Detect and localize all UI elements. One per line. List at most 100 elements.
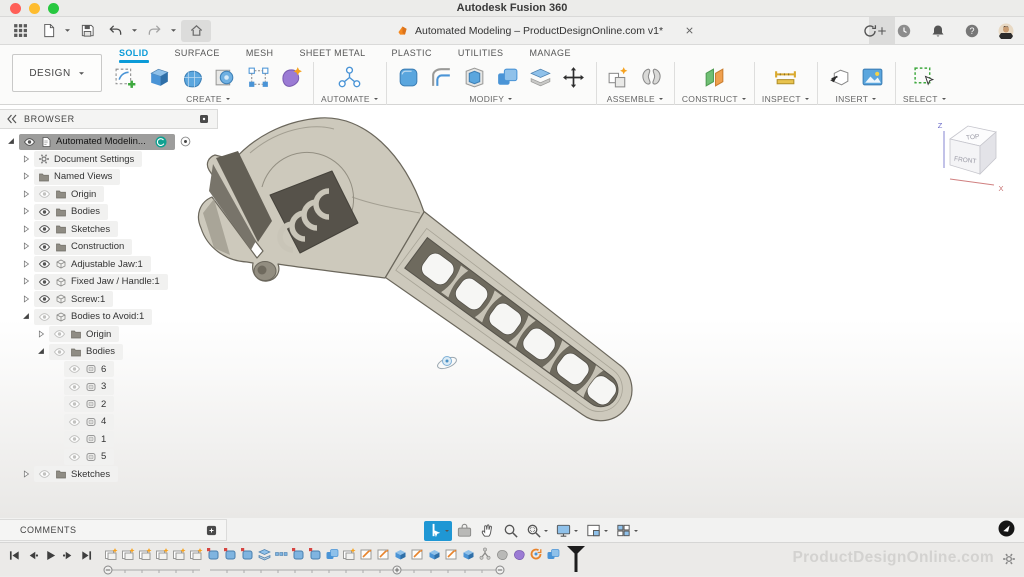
tree-item-origin[interactable]: Origin: [0, 326, 218, 344]
layout-grid-button[interactable]: [583, 521, 611, 541]
timeline-feature-sketch[interactable]: [376, 547, 390, 561]
construction-plane-button[interactable]: [699, 62, 729, 92]
measure-button[interactable]: [771, 62, 801, 92]
tree-item-adjustable-jaw-1[interactable]: Adjustable Jaw:1: [0, 256, 218, 274]
step-forward-button[interactable]: [62, 549, 75, 562]
collapsed-expander-icon[interactable]: [21, 469, 32, 480]
tree-item-construction[interactable]: Construction: [0, 238, 218, 256]
select-window-button[interactable]: [910, 62, 940, 92]
timeline-feature-component[interactable]: [189, 547, 203, 561]
generative-design-button[interactable]: [335, 62, 365, 92]
undo-button[interactable]: [103, 20, 127, 42]
press-pull-button[interactable]: [394, 62, 424, 92]
canvas-button[interactable]: [858, 62, 888, 92]
tree-item-bodies[interactable]: Bodies: [0, 343, 218, 361]
visibility-eye-icon[interactable]: [68, 452, 81, 462]
insert-mesh-button[interactable]: [825, 62, 855, 92]
clock-button[interactable]: [892, 20, 916, 42]
timeline-feature-sketch[interactable]: [359, 547, 373, 561]
timeline-feature-component[interactable]: [121, 547, 135, 561]
skip-end-button[interactable]: [80, 549, 93, 562]
timeline-feature-sketch[interactable]: [410, 547, 424, 561]
tree-item-named-views[interactable]: Named Views: [0, 168, 218, 186]
visibility-eye-icon[interactable]: [68, 399, 81, 409]
ribbon-group-label-assemble[interactable]: ASSEMBLE: [607, 94, 664, 104]
component-color-swatch-icon[interactable]: [155, 136, 167, 148]
tree-item-automated-modelin-[interactable]: Automated Modelin...: [0, 133, 218, 151]
activate-component-radio[interactable]: [180, 136, 191, 147]
tree-item-2[interactable]: 2: [0, 396, 218, 414]
browser-panel-header[interactable]: BROWSER: [0, 109, 218, 129]
timeline-feature-combine[interactable]: [325, 547, 339, 561]
new-component-button[interactable]: [604, 62, 634, 92]
visibility-eye-icon[interactable]: [38, 259, 51, 269]
viewports-button[interactable]: [613, 521, 641, 541]
maximize-window-button[interactable]: [48, 3, 59, 14]
collapsed-expander-icon[interactable]: [21, 259, 32, 270]
ribbon-group-label-create[interactable]: CREATE: [186, 94, 231, 104]
visibility-eye-icon[interactable]: [23, 137, 36, 147]
timeline-feature-extrude[interactable]: [461, 547, 475, 561]
automated-modeling-button[interactable]: [276, 62, 306, 92]
timeline-feature-body[interactable]: [206, 547, 220, 561]
minimize-window-button[interactable]: [29, 3, 40, 14]
fit-button[interactable]: [454, 521, 475, 541]
home-button[interactable]: [181, 20, 211, 42]
timeline-feature-combine[interactable]: [546, 547, 560, 561]
redo-button[interactable]: [142, 20, 166, 42]
visibility-eye-icon[interactable]: [53, 329, 66, 339]
pan-button[interactable]: [477, 521, 498, 541]
timeline-feature-extrude[interactable]: [427, 547, 441, 561]
shell-button[interactable]: [460, 62, 490, 92]
visibility-eye-icon[interactable]: [68, 417, 81, 427]
form-button[interactable]: [177, 62, 207, 92]
timeline-feature-body[interactable]: [308, 547, 322, 561]
ribbon-group-label-insert[interactable]: INSERT: [835, 94, 877, 104]
orbit-select-button[interactable]: [424, 521, 452, 541]
tree-item-5[interactable]: 5: [0, 448, 218, 466]
split-body-button[interactable]: [526, 62, 556, 92]
visibility-eye-icon[interactable]: [38, 294, 51, 304]
visibility-eye-icon[interactable]: [38, 242, 51, 252]
ribbon-group-label-inspect[interactable]: INSPECT: [762, 94, 810, 104]
visibility-eye-icon[interactable]: [38, 469, 51, 479]
timeline-settings-gear-icon[interactable]: [1002, 552, 1016, 566]
tree-item-document-settings[interactable]: Document Settings: [0, 151, 218, 169]
visibility-eye-icon[interactable]: [68, 364, 81, 374]
timeline-feature-body[interactable]: [291, 547, 305, 561]
visibility-eye-icon[interactable]: [68, 382, 81, 392]
panel-options-icon[interactable]: [198, 113, 210, 125]
assistant-icon[interactable]: [998, 520, 1015, 537]
visibility-eye-icon[interactable]: [68, 434, 81, 444]
avatar-button[interactable]: [994, 20, 1018, 42]
file-button[interactable]: [36, 20, 60, 42]
move-button[interactable]: [559, 62, 589, 92]
collapsed-expander-icon[interactable]: [21, 189, 32, 200]
timeline-feature-split[interactable]: [257, 547, 271, 561]
expanded-expander-icon[interactable]: [36, 346, 47, 357]
visibility-eye-icon[interactable]: [53, 347, 66, 357]
timeline-feature-revolve[interactable]: [529, 547, 543, 561]
timeline-feature-pattern[interactable]: [274, 547, 288, 561]
redo-dropdown-caret-icon[interactable]: [170, 28, 177, 33]
step-back-button[interactable]: [26, 549, 39, 562]
visibility-eye-icon[interactable]: [38, 277, 51, 287]
design-menu-button[interactable]: DESIGN: [12, 54, 102, 92]
tree-item-4[interactable]: 4: [0, 413, 218, 431]
collapsed-expander-icon[interactable]: [21, 224, 32, 235]
visibility-eye-icon[interactable]: [38, 189, 51, 199]
viewport-3d[interactable]: BROWSER Automated Modelin...Document Set…: [0, 105, 1024, 518]
timeline-feature-component[interactable]: [104, 547, 118, 561]
tree-item-bodies-to-avoid-1[interactable]: Bodies to Avoid:1: [0, 308, 218, 326]
timeline-feature-joint[interactable]: [478, 547, 492, 561]
tree-item-1[interactable]: 1: [0, 431, 218, 449]
timeline-feature-extrude[interactable]: [393, 547, 407, 561]
tree-item-3[interactable]: 3: [0, 378, 218, 396]
add-comment-icon[interactable]: [206, 525, 217, 536]
zoom-window-button[interactable]: [523, 521, 551, 541]
display-settings-button[interactable]: [553, 521, 581, 541]
collapsed-expander-icon[interactable]: [36, 329, 47, 340]
tree-item-sketches[interactable]: Sketches: [0, 221, 218, 239]
timeline-feature-component[interactable]: [342, 547, 356, 561]
timeline-feature-component[interactable]: [155, 547, 169, 561]
